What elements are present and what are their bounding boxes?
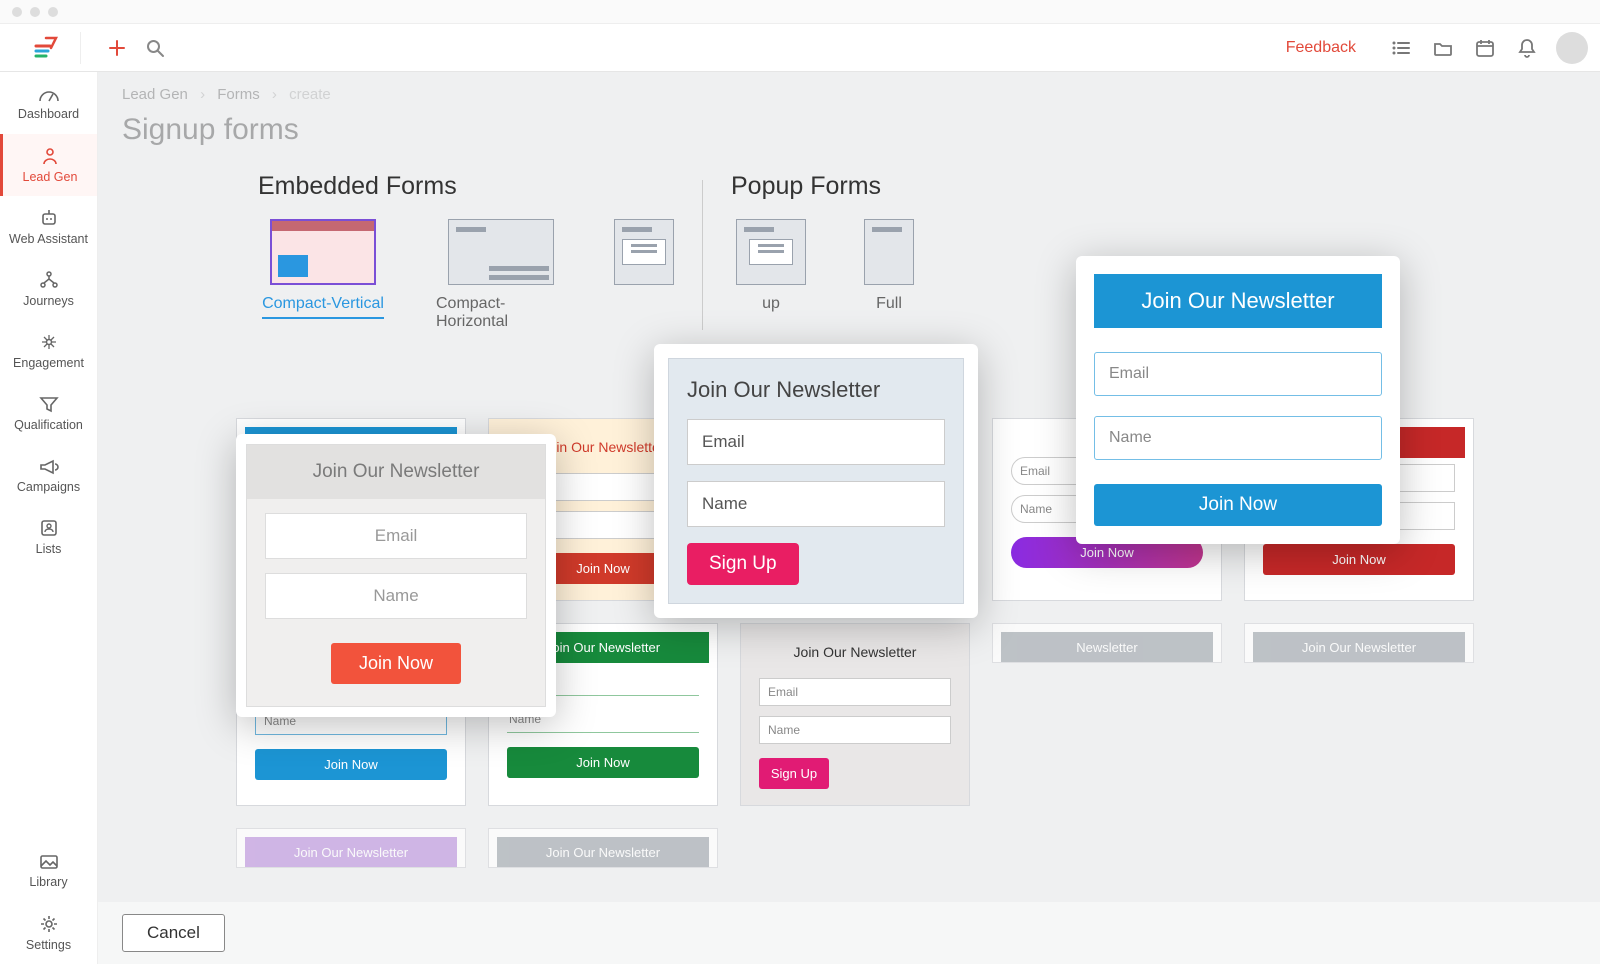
flow-icon — [38, 270, 60, 290]
template-cta-button[interactable]: Join Now — [255, 749, 447, 780]
name-field[interactable]: Name — [687, 481, 945, 527]
type-label: Compact-Vertical — [262, 295, 384, 319]
name-field[interactable]: Name — [1094, 416, 1382, 460]
template-card[interactable]: Join Our Newsletter — [236, 828, 466, 868]
sidebar-item-engagement[interactable]: Engagement — [0, 320, 97, 382]
sidebar-item-library[interactable]: Library — [0, 840, 97, 902]
section-heading-popup: Popup Forms — [731, 172, 919, 201]
sidebar-item-journeys[interactable]: Journeys — [0, 258, 97, 320]
add-button[interactable] — [103, 34, 131, 62]
template-title: Join Our Newsletter — [749, 632, 961, 672]
sidebar-item-label: Qualification — [14, 418, 83, 432]
template-cta-button[interactable]: Sign Up — [759, 758, 829, 789]
email-field[interactable]: Email — [1094, 352, 1382, 396]
sidebar-item-label: Journeys — [23, 294, 74, 308]
gear-icon — [39, 914, 59, 934]
thumb-full — [864, 219, 914, 285]
sidebar-item-lists[interactable]: Lists — [0, 506, 97, 568]
template-card[interactable]: Join Our Newsletter — [1244, 623, 1474, 663]
popup-title: Join Our Newsletter — [247, 445, 545, 499]
sidebar-item-label: Lead Gen — [23, 170, 78, 184]
type-label: Compact-Horizontal — [436, 295, 566, 331]
funnel-icon — [38, 394, 60, 414]
type-popup[interactable]: up — [731, 219, 811, 313]
sidebar-item-lead-gen[interactable]: Lead Gen — [0, 134, 97, 196]
folder-icon[interactable] — [1426, 31, 1460, 65]
sidebar-item-qualification[interactable]: Qualification — [0, 382, 97, 444]
preview-popup-1: Join Our Newsletter Email Name Join Now — [236, 434, 556, 717]
sidebar: Dashboard Lead Gen Web Assistant Journey… — [0, 72, 98, 964]
traffic-light-minimize[interactable] — [30, 7, 40, 17]
email-field[interactable]: Email — [265, 513, 527, 559]
popup-title: Join Our Newsletter — [1094, 274, 1382, 328]
sidebar-item-label: Dashboard — [18, 107, 79, 121]
type-compact-vertical[interactable]: Compact-Vertical — [258, 219, 388, 331]
window-chrome — [0, 0, 1600, 24]
sidebar-item-label: Settings — [26, 938, 71, 952]
main: Dashboard Lead Gen Web Assistant Journey… — [0, 72, 1600, 964]
template-title: Join Our Newsletter — [1253, 632, 1465, 663]
image-icon — [38, 853, 60, 871]
thumb-compact-horizontal — [448, 219, 554, 285]
sidebar-item-label: Library — [29, 875, 67, 889]
popup-title: Join Our Newsletter — [687, 377, 945, 403]
type-page-center[interactable] — [614, 219, 674, 331]
sidebar-item-label: Web Assistant — [9, 232, 88, 246]
sign-up-button[interactable]: Sign Up — [687, 543, 799, 585]
traffic-light-close[interactable] — [12, 7, 22, 17]
content: Lead Gen › Forms › create Signup forms E… — [98, 72, 1600, 964]
template-title: Join Our Newsletter — [497, 837, 709, 868]
sidebar-item-label: Campaigns — [17, 480, 80, 494]
template-cta-button[interactable]: Join Now — [507, 747, 699, 778]
topbar: Feedback — [0, 24, 1600, 72]
contacts-icon — [38, 518, 60, 538]
email-field[interactable]: Email — [759, 678, 951, 706]
sidebar-item-label: Lists — [36, 542, 62, 556]
leadgen-icon — [39, 146, 61, 166]
search-button[interactable] — [141, 34, 169, 62]
type-label: Full — [876, 295, 902, 313]
preview-popup-2: Join Our Newsletter Email Name Sign Up — [654, 344, 978, 618]
section-heading-embedded: Embedded Forms — [258, 172, 674, 201]
sidebar-item-web-assistant[interactable]: Web Assistant — [0, 196, 97, 258]
preview-popup-3: Join Our Newsletter Email Name Join Now — [1076, 256, 1400, 544]
network-icon — [38, 332, 60, 352]
template-cta-button[interactable]: Join Now — [1263, 544, 1455, 575]
cancel-button[interactable]: Cancel — [122, 914, 225, 952]
template-title: Join Our Newsletter — [245, 837, 457, 868]
sidebar-item-label: Engagement — [13, 356, 84, 370]
sidebar-item-dashboard[interactable]: Dashboard — [0, 72, 97, 134]
feedback-link[interactable]: Feedback — [1286, 39, 1356, 57]
email-field[interactable]: Email — [687, 419, 945, 465]
type-label: up — [762, 295, 780, 313]
type-full[interactable]: Full — [859, 219, 919, 313]
name-field[interactable]: Name — [759, 716, 951, 744]
thumb-popup — [736, 219, 806, 285]
template-card[interactable]: Newsletter — [992, 623, 1222, 663]
template-card[interactable]: Join Our Newsletter Email Name Sign Up — [740, 623, 970, 806]
bottom-bar: Cancel — [98, 902, 1600, 964]
thumb-compact-vertical — [270, 219, 376, 285]
name-field[interactable]: Name — [265, 573, 527, 619]
join-now-button[interactable]: Join Now — [1094, 484, 1382, 526]
traffic-light-zoom[interactable] — [48, 7, 58, 17]
bell-icon[interactable] — [1510, 31, 1544, 65]
app-logo — [30, 34, 58, 62]
sidebar-item-settings[interactable]: Settings — [0, 902, 97, 964]
sidebar-item-campaigns[interactable]: Campaigns — [0, 444, 97, 506]
template-title: Newsletter — [1001, 632, 1213, 663]
robot-icon — [38, 208, 60, 228]
type-compact-horizontal[interactable]: Compact-Horizontal — [436, 219, 566, 331]
template-card[interactable]: Join Our Newsletter — [488, 828, 718, 868]
calendar-icon[interactable] — [1468, 31, 1502, 65]
join-now-button[interactable]: Join Now — [331, 643, 461, 684]
gauge-icon — [38, 85, 60, 103]
avatar[interactable] — [1556, 32, 1588, 64]
megaphone-icon — [38, 456, 60, 476]
list-icon[interactable] — [1384, 31, 1418, 65]
thumb-page-center — [614, 219, 674, 285]
